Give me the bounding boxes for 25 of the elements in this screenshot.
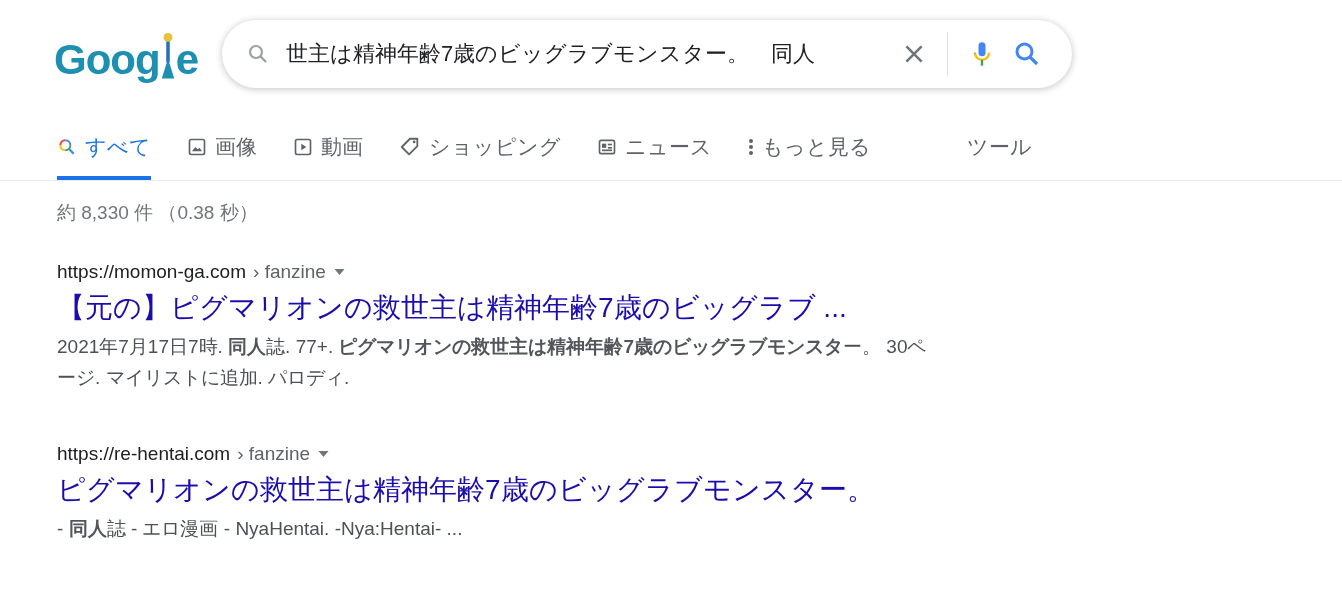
tag-icon xyxy=(399,136,421,158)
result-stats: 約 8,330 件 （0.38 秒） xyxy=(57,201,259,225)
dropdown-icon[interactable] xyxy=(317,450,331,458)
result-url[interactable]: https://re-hentai.com xyxy=(57,443,231,465)
newspaper-icon xyxy=(597,137,617,157)
tab[interactable]: すべて xyxy=(57,114,151,180)
dropdown-icon[interactable] xyxy=(332,268,346,276)
image-icon xyxy=(187,137,207,157)
tab[interactable]: ニュース xyxy=(597,114,712,180)
logo[interactable]: Goog e xyxy=(54,24,198,84)
result-snippet: - 同人誌 - エロ漫画 - NyaHentai. -Nya:Hentai- ... xyxy=(57,517,464,541)
breadcrumb: › fanzine xyxy=(253,261,326,283)
tab[interactable]: ショッピング xyxy=(399,114,561,180)
result-title[interactable]: ピグマリオンの救世主は精神年齢7歳のビッグラブモンスター。 xyxy=(57,471,1342,509)
tab[interactable]: もっと見る xyxy=(748,114,871,180)
breadcrumb: › fanzine xyxy=(237,443,311,465)
result-url[interactable]: https://momon-ga.com xyxy=(57,261,247,283)
result-title[interactable]: 【元の】ピグマリオンの救世主は精神年齢7歳のビッグラブ ... xyxy=(57,289,1342,327)
play-icon xyxy=(293,137,313,157)
search-icon xyxy=(57,137,77,157)
tab[interactable]: 動画 xyxy=(293,114,363,180)
result-snippet: 2021年7月17日7時. 同人誌. 77+. ピグマリオンの救世主は精神年齢7歳のビッグラブモンスター。 30ページ. マイリストに追加. パロディ. xyxy=(57,335,928,390)
tab[interactable]: 画像 xyxy=(187,114,257,180)
tools-tab[interactable]: ツール xyxy=(967,114,1032,180)
more-icon xyxy=(748,137,754,157)
